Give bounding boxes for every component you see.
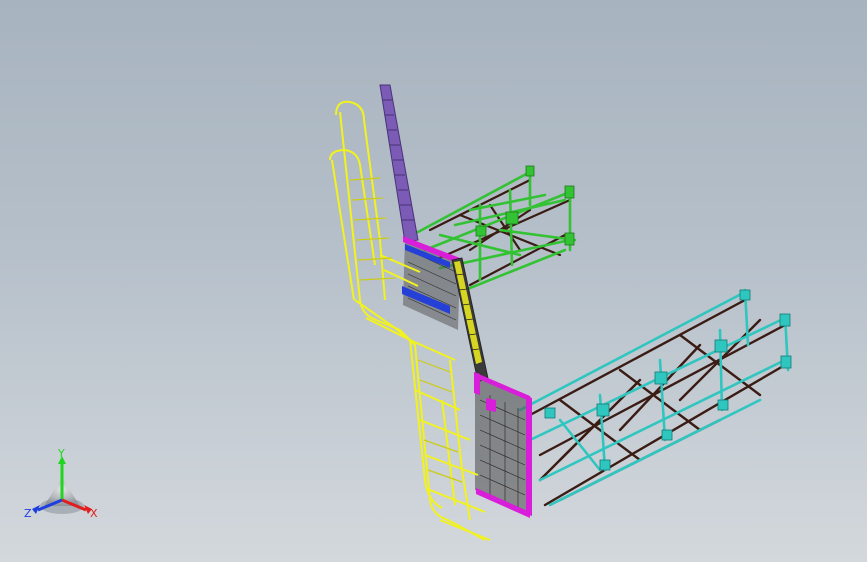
y-axis-label: Y [57, 448, 65, 460]
orientation-triad[interactable]: Y X Z [22, 447, 102, 524]
x-axis-label: X [90, 507, 98, 520]
lower-truss[interactable] [518, 288, 792, 507]
lower-platform[interactable] [474, 372, 532, 518]
graphics-viewport[interactable]: Y X Z [0, 0, 867, 562]
3d-model-scene[interactable] [0, 0, 867, 562]
z-axis-label: Z [24, 507, 32, 520]
